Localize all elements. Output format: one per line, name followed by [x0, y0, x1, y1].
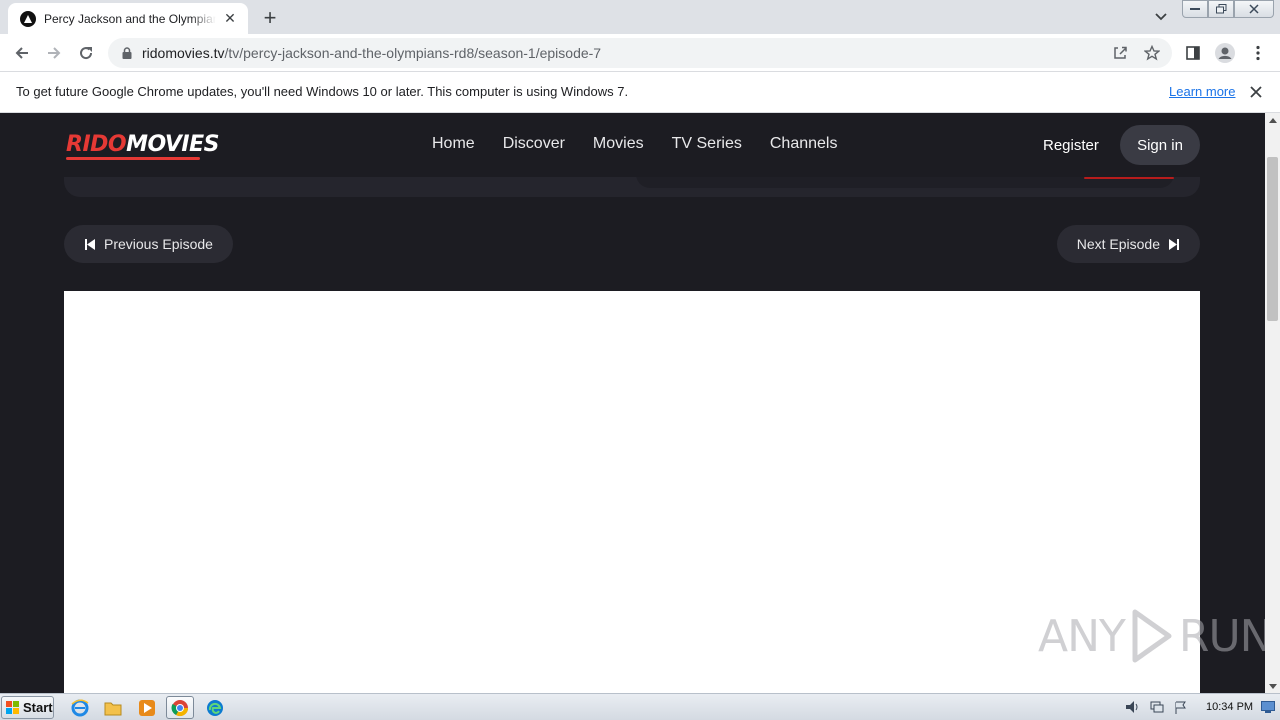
page-scrollbar[interactable] — [1265, 113, 1280, 693]
edge-icon[interactable] — [201, 696, 229, 719]
tab-close-icon[interactable]: ✕ — [222, 10, 238, 27]
logo-part-rido: RIDO — [66, 132, 127, 157]
previous-episode-button[interactable]: Previous Episode — [64, 225, 233, 263]
nav-movies[interactable]: Movies — [593, 135, 644, 153]
browser-tab[interactable]: Percy Jackson and the Olympians - Season… — [8, 3, 248, 34]
window-restore-button[interactable] — [1208, 0, 1234, 18]
sign-in-button[interactable]: Sign in — [1120, 125, 1200, 165]
skip-previous-icon — [84, 238, 96, 250]
taskbar-clock[interactable]: 10:34 PM — [1206, 701, 1253, 713]
watermark-left: ANY — [1038, 610, 1126, 662]
next-episode-button[interactable]: Next Episode — [1056, 225, 1200, 263]
web-page: RIDOMOVIES Home Discover Movies TV Serie… — [0, 113, 1265, 693]
star-icon[interactable] — [1140, 41, 1164, 65]
tab-search-icon[interactable] — [1150, 7, 1172, 27]
scroll-down-icon[interactable] — [1265, 679, 1280, 693]
logo-part-movies: MOVIES — [126, 132, 219, 157]
volume-icon[interactable] — [1124, 698, 1142, 716]
infobar-message: To get future Google Chrome updates, you… — [16, 84, 629, 99]
logo-underline — [66, 157, 200, 160]
system-tray — [1124, 698, 1190, 716]
previous-episode-label: Previous Episode — [104, 236, 213, 252]
url-text: ridomovies.tv/tv/percy-jackson-and-the-o… — [142, 45, 601, 61]
tab-title: Percy Jackson and the Olympians - Season… — [44, 11, 216, 26]
show-desktop-icon[interactable] — [1259, 698, 1277, 716]
browser-toolbar: ridomovies.tv/tv/percy-jackson-and-the-o… — [0, 34, 1280, 72]
main-nav: Home Discover Movies TV Series Channels — [432, 135, 837, 153]
menu-icon[interactable] — [1246, 41, 1270, 65]
scrollbar-thumb[interactable] — [1267, 157, 1278, 321]
nav-tv-series[interactable]: TV Series — [672, 135, 742, 153]
media-player-icon[interactable] — [133, 696, 161, 719]
window-minimize-button[interactable] — [1182, 0, 1208, 18]
internet-explorer-icon[interactable] — [66, 696, 94, 719]
next-episode-label: Next Episode — [1076, 236, 1160, 252]
address-bar[interactable]: ridomovies.tv/tv/percy-jackson-and-the-o… — [108, 38, 1172, 68]
profile-icon[interactable] — [1213, 41, 1237, 65]
infobar-close-icon[interactable] — [1247, 83, 1265, 101]
update-infobar: To get future Google Chrome updates, you… — [0, 72, 1280, 113]
url-path: /tv/percy-jackson-and-the-olympians-rd8/… — [224, 45, 602, 61]
site-favicon-icon — [20, 10, 36, 27]
video-player[interactable] — [64, 291, 1200, 693]
forward-icon[interactable] — [42, 41, 66, 65]
start-label: Start — [23, 700, 53, 715]
reload-icon[interactable] — [74, 41, 98, 65]
new-tab-button[interactable]: + — [258, 6, 282, 30]
register-link[interactable]: Register — [1043, 137, 1099, 154]
learn-more-link[interactable]: Learn more — [1169, 84, 1235, 99]
skip-next-icon — [1168, 238, 1180, 250]
tab-strip: Percy Jackson and the Olympians - Season… — [0, 0, 1280, 34]
network-icon[interactable] — [1148, 698, 1166, 716]
lock-icon[interactable] — [120, 46, 134, 60]
action-center-flag-icon[interactable] — [1172, 698, 1190, 716]
anyrun-watermark: ANY RUN — [1038, 608, 1265, 664]
play-logo-icon — [1132, 609, 1172, 663]
windows-taskbar: Start 10:34 PM — [0, 693, 1280, 720]
nav-channels[interactable]: Channels — [770, 135, 838, 153]
back-icon[interactable] — [10, 41, 34, 65]
side-panel-icon[interactable] — [1181, 41, 1205, 65]
url-host: ridomovies.tv — [142, 45, 225, 61]
site-logo[interactable]: RIDOMOVIES — [66, 132, 219, 157]
share-icon[interactable] — [1108, 41, 1132, 65]
windows-logo-icon — [6, 700, 19, 714]
nav-home[interactable]: Home — [432, 135, 475, 153]
site-navbar: RIDOMOVIES Home Discover Movies TV Serie… — [0, 113, 1265, 177]
chrome-taskbar-icon[interactable] — [166, 696, 194, 719]
nav-discover[interactable]: Discover — [503, 135, 565, 153]
start-button[interactable]: Start — [1, 696, 54, 719]
window-close-button[interactable] — [1234, 0, 1274, 18]
scrolled-accent-bar — [1084, 177, 1174, 179]
scroll-up-icon[interactable] — [1265, 113, 1280, 127]
watermark-right: RUN — [1178, 610, 1265, 662]
file-explorer-icon[interactable] — [99, 696, 127, 719]
